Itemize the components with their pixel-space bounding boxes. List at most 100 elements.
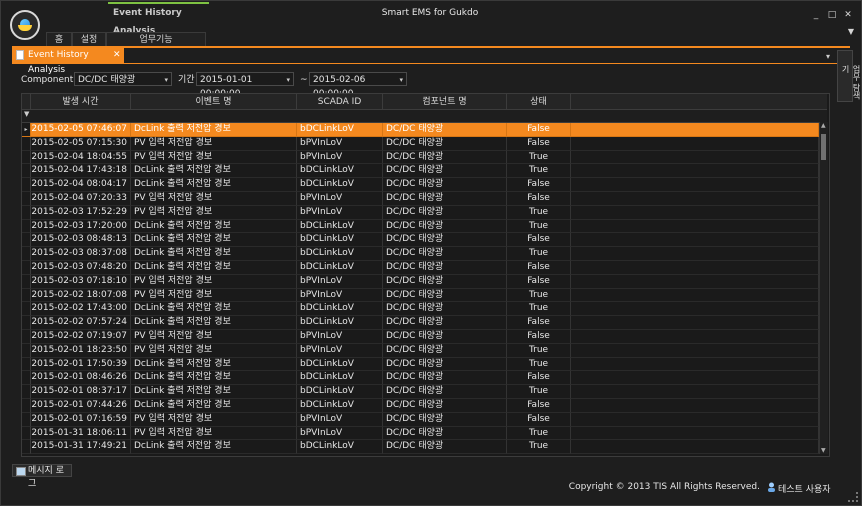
column-header-event-name[interactable]: 이벤트 명 [131,94,297,110]
cell-status[interactable]: True [507,385,571,399]
cell-component-name[interactable]: DC/DC 태양광 [383,233,507,248]
row-indicator[interactable] [22,357,31,372]
column-header-scada-id[interactable]: SCADA ID [297,94,383,110]
table-row[interactable]: 2015-02-03 07:48:20 DcLink 출력 저전압 경보 bDCLi… [22,261,819,275]
end-date-picker[interactable]: 2015-02-06 00:00:00 ▾ [309,72,407,99]
cell-event-name[interactable]: PV 입력 저전압 경보 [131,288,297,303]
cell-component-name[interactable]: DC/DC 태양광 [383,192,507,206]
cell-scada-id[interactable]: bDCLinkLoV [297,261,383,275]
cell-scada-id[interactable]: bDCLinkLoV [297,123,383,137]
cell-scada-id[interactable]: bDCLinkLoV [297,164,383,179]
cell-component-name[interactable]: DC/DC 태양광 [383,316,507,330]
cell-event-name[interactable]: PV 입력 저전압 경보 [131,150,297,165]
row-indicator[interactable] [22,192,31,206]
cell-scada-id[interactable]: bDCLinkLoV [297,357,383,372]
auto-filter-row[interactable]: ▼ [22,110,827,123]
resize-grip[interactable] [848,492,858,502]
cell-event-name[interactable]: DcLink 출력 저전압 경보 [131,123,297,137]
cell-event-name[interactable]: PV 입력 저전압 경보 [131,412,297,427]
table-row[interactable]: 2015-02-05 07:15:30 PV 입력 저전압 경보 bPVInLoV D… [22,136,819,151]
table-row[interactable]: 2015-02-01 18:23:50 PV 입력 저전압 경보 bPVInLoV D… [22,343,819,358]
cell-scada-id[interactable]: bDCLinkLoV [297,247,383,261]
cell-scada-id[interactable]: bDCLinkLoV [297,178,383,192]
business-explorer-panel-tab[interactable]: 업무 탐색기 [837,50,861,102]
cell-time[interactable]: 2015-02-02 17:43:00 [31,302,131,317]
table-row[interactable]: 2015-01-31 17:49:21 DcLink 출력 저전압 경보 bDCLi… [22,440,819,455]
cell-scada-id[interactable]: bPVInLoV [297,192,383,206]
cell-time[interactable]: 2015-02-01 08:46:26 [31,371,131,386]
table-row[interactable]: 2015-02-02 18:07:08 PV 입력 저전압 경보 bPVInLoV D… [22,288,819,303]
cell-time[interactable]: 2015-02-03 07:48:20 [31,261,131,275]
cell-event-name[interactable]: DcLink 출력 저전압 경보 [131,385,297,399]
cell-component-name[interactable]: DC/DC 태양광 [383,385,507,399]
minimize-button[interactable]: _ [809,9,823,21]
cell-component-name[interactable]: DC/DC 태양광 [383,426,507,441]
row-indicator[interactable] [22,302,31,317]
cell-component-name[interactable]: DC/DC 태양광 [383,302,507,317]
column-header-status[interactable]: 상태 [507,94,571,110]
cell-status[interactable]: True [507,219,571,234]
table-row[interactable]: 2015-02-04 07:20:33 PV 입력 저전압 경보 bPVInLoV D… [22,192,819,206]
tab-settings[interactable]: 설정 [72,32,106,47]
cell-component-name[interactable]: DC/DC 태양광 [383,371,507,386]
document-tab-event-history[interactable]: Event History Analysis ✕ [12,48,124,75]
row-indicator[interactable] [22,261,31,275]
row-indicator[interactable] [22,412,31,427]
cell-time[interactable]: 2015-01-31 17:49:21 [31,440,131,455]
cell-status[interactable]: True [507,150,571,165]
cell-scada-id[interactable]: bPVInLoV [297,274,383,289]
cell-status[interactable]: True [507,302,571,317]
maximize-button[interactable]: □ [825,9,839,21]
vertical-scrollbar[interactable]: ▲ ▼ [819,122,828,454]
cell-scada-id[interactable]: bPVInLoV [297,412,383,427]
cell-time[interactable]: 2015-02-01 07:16:59 [31,412,131,427]
cell-scada-id[interactable]: bPVInLoV [297,343,383,358]
cell-time[interactable]: 2015-02-05 07:15:30 [31,136,131,151]
table-row[interactable]: 2015-02-01 08:37:17 DcLink 출력 저전압 경보 bDCLi… [22,385,819,399]
cell-status[interactable]: True [507,357,571,372]
cell-event-name[interactable]: PV 입력 저전압 경보 [131,426,297,441]
column-header-component-name[interactable]: 컴포넌트 명 [383,94,507,110]
cell-status[interactable]: True [507,164,571,179]
cell-time[interactable]: 2015-02-03 08:37:08 [31,247,131,261]
row-indicator[interactable] [22,316,31,330]
cell-status[interactable]: False [507,316,571,330]
tab-home[interactable]: 홈 [46,32,72,47]
cell-time[interactable]: 2015-02-04 17:43:18 [31,164,131,179]
cell-status[interactable]: False [507,261,571,275]
cell-status[interactable]: True [507,288,571,303]
table-row[interactable]: 2015-01-31 18:06:11 PV 입력 저전압 경보 bPVInLoV D… [22,426,819,441]
cell-event-name[interactable]: DcLink 출력 저전압 경보 [131,440,297,455]
cell-event-name[interactable]: PV 입력 저전압 경보 [131,205,297,220]
table-row[interactable]: 2015-02-04 17:43:18 DcLink 출력 저전압 경보 bDCLi… [22,164,819,179]
cell-status[interactable]: True [507,247,571,261]
row-indicator[interactable] [22,150,31,165]
row-indicator[interactable] [22,219,31,234]
scroll-down-icon[interactable]: ▼ [821,447,826,454]
cell-time[interactable]: 2015-02-04 08:04:17 [31,178,131,192]
row-indicator[interactable] [22,178,31,192]
cell-scada-id[interactable]: bPVInLoV [297,330,383,344]
cell-scada-id[interactable]: bDCLinkLoV [297,302,383,317]
cell-time[interactable]: 2015-02-01 08:37:17 [31,385,131,399]
row-indicator[interactable] [22,247,31,261]
scrollbar-thumb[interactable] [821,134,826,160]
cell-event-name[interactable]: DcLink 출력 저전압 경보 [131,247,297,261]
table-row[interactable]: 2015-02-02 17:43:00 DcLink 출력 저전압 경보 bDCLi… [22,302,819,317]
table-row[interactable]: 2015-02-01 07:16:59 PV 입력 저전압 경보 bPVInLoV D… [22,412,819,427]
column-header-time[interactable]: 발생 시간 [31,94,131,110]
cell-status[interactable]: False [507,274,571,289]
table-row[interactable]: 2015-02-03 07:18:10 PV 입력 저전압 경보 bPVInLoV D… [22,274,819,289]
cell-time[interactable]: 2015-02-03 17:20:00 [31,219,131,234]
cell-status[interactable]: False [507,233,571,248]
table-row[interactable]: 2015-02-03 17:20:00 DcLink 출력 저전압 경보 bDCLi… [22,219,819,234]
cell-status[interactable]: False [507,178,571,192]
app-logo-icon[interactable] [10,10,40,40]
cell-scada-id[interactable]: bPVInLoV [297,150,383,165]
ribbon-collapse-icon[interactable]: ▼ [848,27,854,36]
cell-component-name[interactable]: DC/DC 태양광 [383,357,507,372]
cell-time[interactable]: 2015-02-02 07:19:07 [31,330,131,344]
table-row[interactable]: 2015-02-04 08:04:17 DcLink 출력 저전압 경보 bDCLi… [22,178,819,192]
cell-event-name[interactable]: DcLink 출력 저전압 경보 [131,178,297,192]
cell-scada-id[interactable]: bDCLinkLoV [297,219,383,234]
